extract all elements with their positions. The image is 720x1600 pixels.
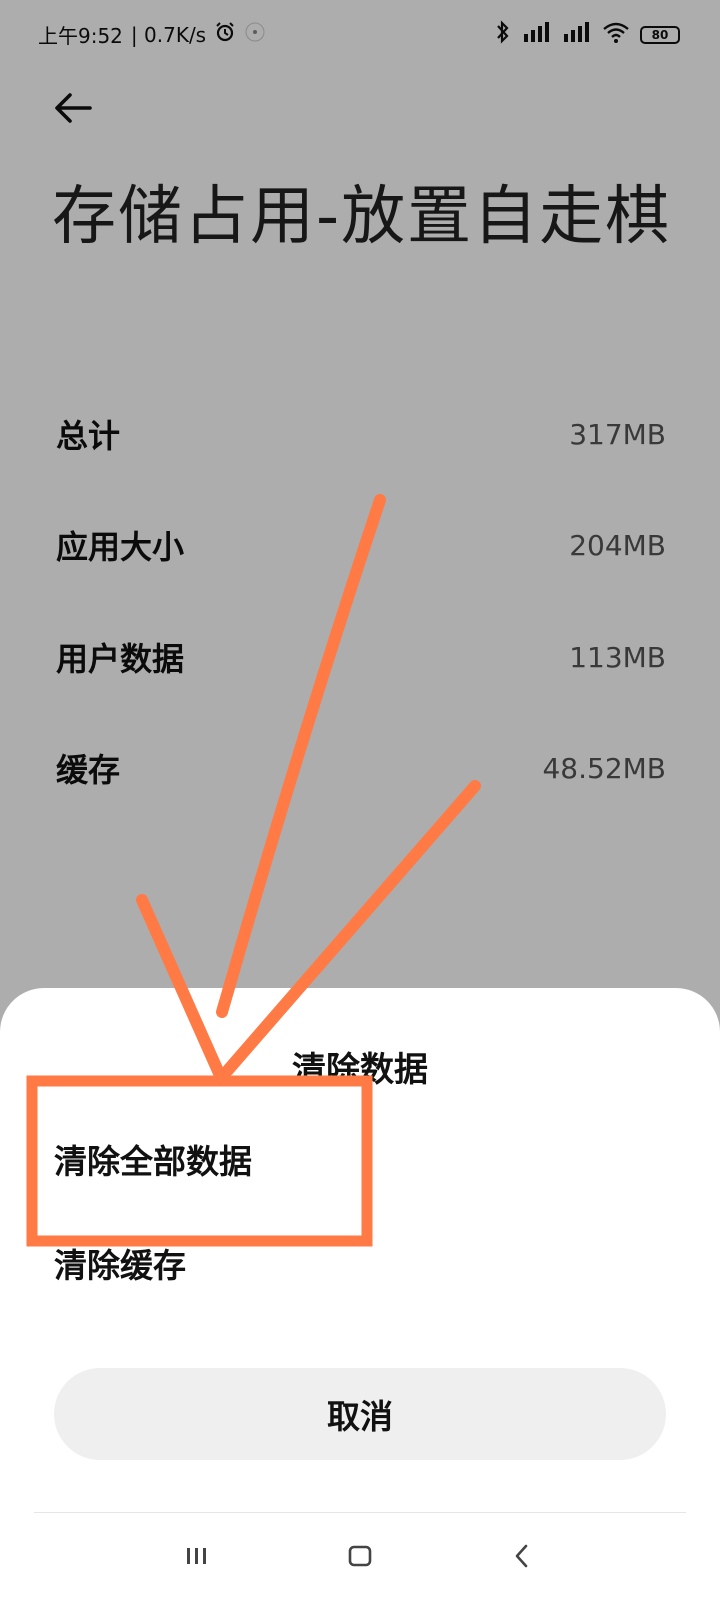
home-icon[interactable] xyxy=(335,1531,385,1581)
menu-icon[interactable] xyxy=(172,1531,222,1581)
clear-data-sheet: 清除数据 清除全部数据 清除缓存 取消 xyxy=(0,988,720,1600)
clear-cache-option[interactable]: 清除缓存 xyxy=(54,1228,666,1298)
back-icon[interactable] xyxy=(498,1531,548,1581)
navigation-bar xyxy=(0,1513,720,1600)
clear-all-data-option[interactable]: 清除全部数据 xyxy=(54,1124,666,1194)
screen: 上午9:52 | 0.7K/s 80 存储占用-放置自走棋 总计 317MB 应… xyxy=(0,0,720,1600)
cancel-button[interactable]: 取消 xyxy=(54,1368,666,1460)
sheet-title: 清除数据 xyxy=(292,1050,428,1090)
